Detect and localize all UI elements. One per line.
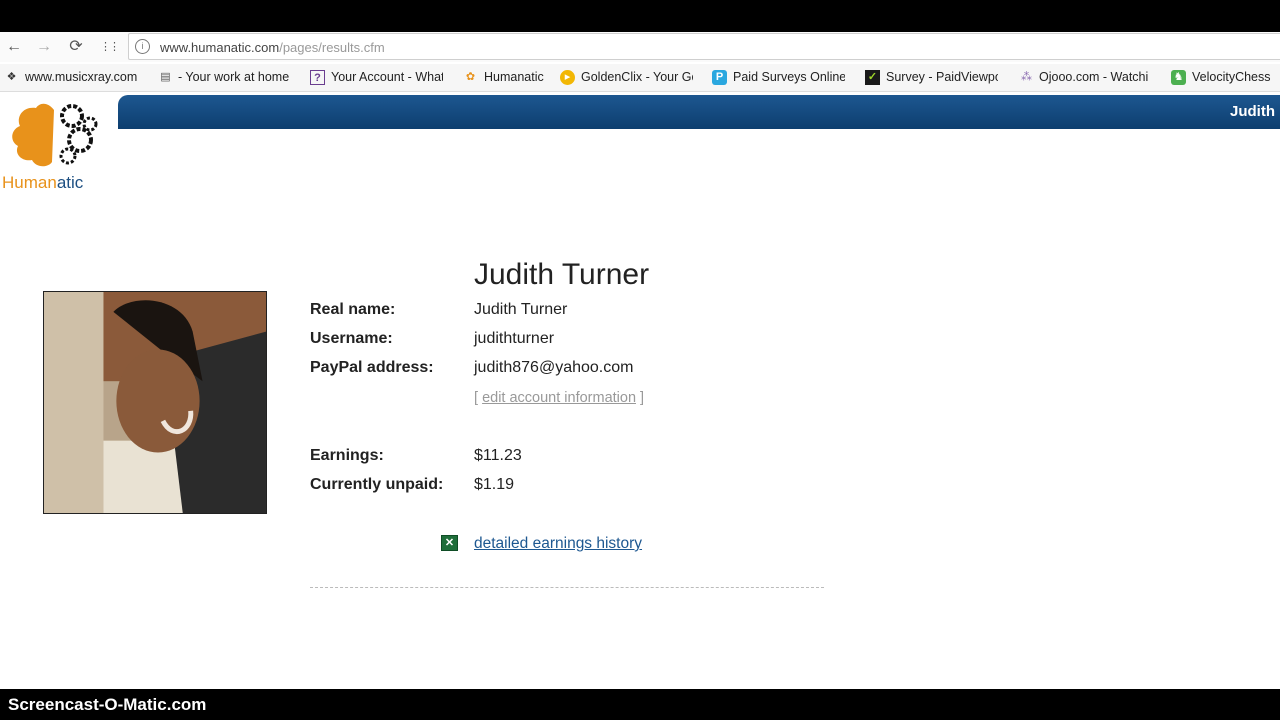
bookmark-ojooo[interactable]: Ojooo.com - Watchi — [1039, 70, 1151, 84]
bookmarks-bar: ❖ www.musicxray.com ▤ - Your work at hom… — [0, 64, 1280, 92]
bookmark-musicxray[interactable]: www.musicxray.com — [25, 70, 137, 84]
goldenclix-icon: ▸ — [560, 70, 575, 85]
bookmark-your-account[interactable]: Your Account - What — [331, 70, 443, 84]
question-icon: ? — [310, 70, 325, 85]
username-value: judithturner — [474, 330, 555, 347]
spreadsheet-icon[interactable]: ✕ — [441, 535, 458, 551]
url-host: www.humanatic.com — [160, 40, 280, 55]
ojooo-icon: ⁂ — [1021, 71, 1032, 83]
url-path: /pages/results.cfm — [279, 40, 385, 55]
bookmark-velocitychess[interactable]: VelocityChess — [1192, 70, 1278, 84]
logo-wordmark: Humanatic — [2, 173, 83, 193]
address-bar[interactable]: i www.humanatic.com/pages/results.cfm — [128, 33, 1280, 60]
earnings-label: Earnings: — [310, 447, 384, 464]
bookmark-paidviewpoint[interactable]: Survey - PaidViewpoi — [886, 70, 998, 84]
watermark-text: Screencast-O-Matic.com — [8, 695, 207, 714]
profile-photo — [43, 291, 267, 514]
profile-heading: Judith Turner — [474, 258, 650, 291]
bookmark-paid-surveys[interactable]: Paid Surveys Online | — [733, 70, 845, 84]
bracket-open: [ — [474, 390, 479, 406]
page-icon: ▤ — [160, 71, 171, 83]
bookmark-humanatic[interactable]: Humanatic — [484, 70, 554, 84]
back-arrow-icon[interactable]: ← — [4, 37, 24, 57]
real-name-label: Real name: — [310, 301, 396, 318]
video-letterbox-top — [0, 0, 1280, 32]
humanatic-icon: ✿ — [465, 71, 476, 83]
chess-icon: ♞ — [1171, 70, 1186, 85]
checkmark-icon: ✓ — [865, 70, 880, 85]
dotted-divider — [310, 587, 824, 588]
header-username[interactable]: Judith — [1230, 103, 1275, 120]
edit-account-link[interactable]: edit account information — [482, 390, 636, 406]
bookmark-goldenclix[interactable]: GoldenClix - Your Go — [581, 70, 693, 84]
edit-account-block: [ edit account information ] — [474, 390, 644, 406]
url-text: www.humanatic.com/pages/results.cfm — [160, 40, 385, 55]
paidsurveys-icon: P — [712, 70, 727, 85]
forward-arrow-icon[interactable]: → — [34, 37, 54, 57]
bracket-close: ] — [640, 390, 645, 406]
real-name-value: Judith Turner — [474, 301, 568, 318]
earnings-value: $11.23 — [474, 447, 522, 464]
music-icon: ❖ — [6, 71, 17, 83]
bookmark-work-at-home[interactable]: - Your work at home — [178, 70, 290, 84]
earnings-history-link[interactable]: detailed earnings history — [474, 535, 642, 553]
logo-text-human: Human — [2, 173, 57, 192]
unpaid-label: Currently unpaid: — [310, 476, 444, 493]
paypal-label: PayPal address: — [310, 359, 434, 376]
site-header-bar: Judith — [118, 95, 1280, 129]
logo-text-atic: atic — [56, 173, 84, 192]
page-info-icon[interactable]: i — [135, 39, 150, 54]
username-label: Username: — [310, 330, 393, 347]
reload-icon[interactable]: ⟳ — [66, 37, 86, 57]
apps-grid-icon[interactable]: ⋮⋮ — [99, 37, 120, 57]
paypal-value: judith876@yahoo.com — [474, 359, 634, 376]
unpaid-value: $1.19 — [474, 476, 515, 493]
